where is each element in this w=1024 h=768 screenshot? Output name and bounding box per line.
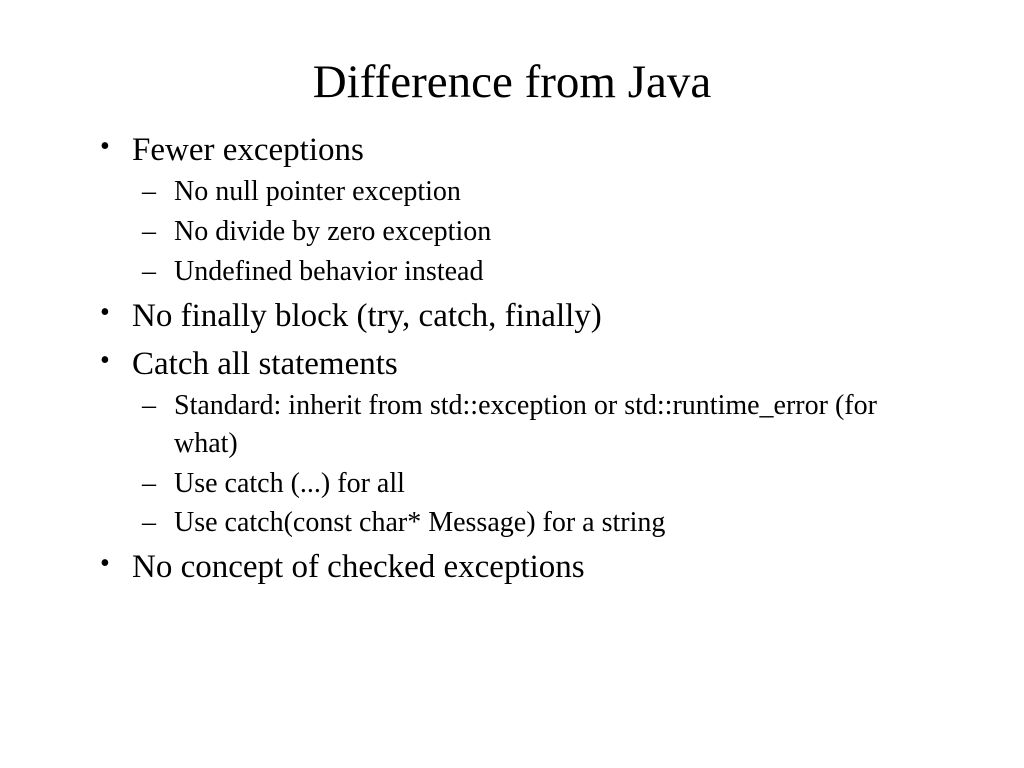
bullet-text: Catch all statements: [132, 346, 398, 382]
bullet-text: Fewer exceptions: [132, 132, 364, 168]
bullet-text: No concept of checked exceptions: [132, 549, 585, 585]
bullet-list: Fewer exceptions No null pointer excepti…: [90, 127, 934, 590]
bullet-text: No finally block (try, catch, finally): [132, 298, 602, 334]
sub-bullet-list: No null pointer exception No divide by z…: [132, 173, 934, 290]
list-item: No finally block (try, catch, finally): [90, 293, 934, 339]
list-item: Use catch(const char* Message) for a str…: [132, 504, 934, 542]
bullet-text: Use catch (...) for all: [174, 468, 405, 499]
sub-bullet-list: Standard: inherit from std::exception or…: [132, 387, 934, 542]
list-item: Fewer exceptions No null pointer excepti…: [90, 127, 934, 291]
bullet-text: No divide by zero exception: [174, 216, 491, 247]
list-item: Undefined behavior instead: [132, 253, 934, 291]
list-item: No divide by zero exception: [132, 213, 934, 251]
slide-title: Difference from Java: [90, 55, 934, 109]
bullet-text: Standard: inherit from std::exception or…: [174, 390, 877, 459]
list-item: Catch all statements Standard: inherit f…: [90, 341, 934, 542]
list-item: No null pointer exception: [132, 173, 934, 211]
bullet-text: No null pointer exception: [174, 176, 461, 207]
list-item: Standard: inherit from std::exception or…: [132, 387, 934, 463]
list-item: Use catch (...) for all: [132, 465, 934, 503]
list-item: No concept of checked exceptions: [90, 544, 934, 590]
bullet-text: Undefined behavior instead: [174, 256, 483, 287]
bullet-text: Use catch(const char* Message) for a str…: [174, 507, 665, 538]
